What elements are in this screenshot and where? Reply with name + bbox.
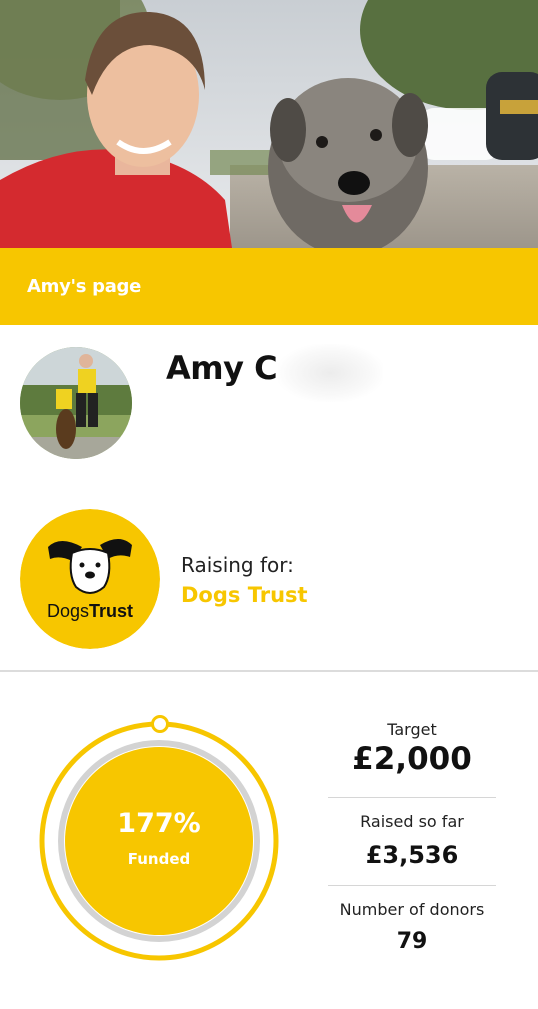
raised-value: £3,536 bbox=[365, 841, 459, 869]
raised-stat: Raised so far £3,536 bbox=[328, 798, 496, 869]
page-banner: Amy's page bbox=[0, 248, 538, 325]
charity-logo[interactable]: DogsTrust bbox=[20, 509, 160, 649]
donors-label: Number of donors bbox=[339, 900, 485, 919]
progress-fill bbox=[65, 747, 253, 935]
logo-text-dogs: Dogs bbox=[47, 601, 89, 621]
page-title: Amy's page bbox=[27, 276, 142, 297]
donors-stat: Number of donors 79 bbox=[328, 886, 496, 954]
raising-for-label: Raising for: bbox=[181, 553, 294, 577]
percent-funded: 177% bbox=[117, 808, 201, 839]
target-label: Target bbox=[387, 720, 437, 739]
section-divider bbox=[0, 670, 538, 672]
redacted-surname bbox=[278, 344, 383, 402]
logo-text-trust: Trust bbox=[89, 601, 133, 621]
charity-name-link[interactable]: Dogs Trust bbox=[181, 583, 308, 607]
fundraising-stats: Target £2,000 Raised so far £3,536 Numbe… bbox=[328, 712, 496, 954]
raised-label: Raised so far bbox=[360, 812, 464, 831]
fundraiser-name: Amy C bbox=[166, 349, 278, 387]
target-value: £2,000 bbox=[352, 741, 472, 777]
target-stat: Target £2,000 bbox=[328, 712, 496, 777]
hero-photo bbox=[0, 0, 538, 248]
fundraiser-avatar bbox=[20, 347, 132, 459]
svg-text:DogsTrust: DogsTrust bbox=[47, 601, 133, 621]
donors-value: 79 bbox=[396, 929, 428, 954]
progress-marker bbox=[151, 715, 169, 733]
funded-label: Funded bbox=[127, 850, 191, 868]
